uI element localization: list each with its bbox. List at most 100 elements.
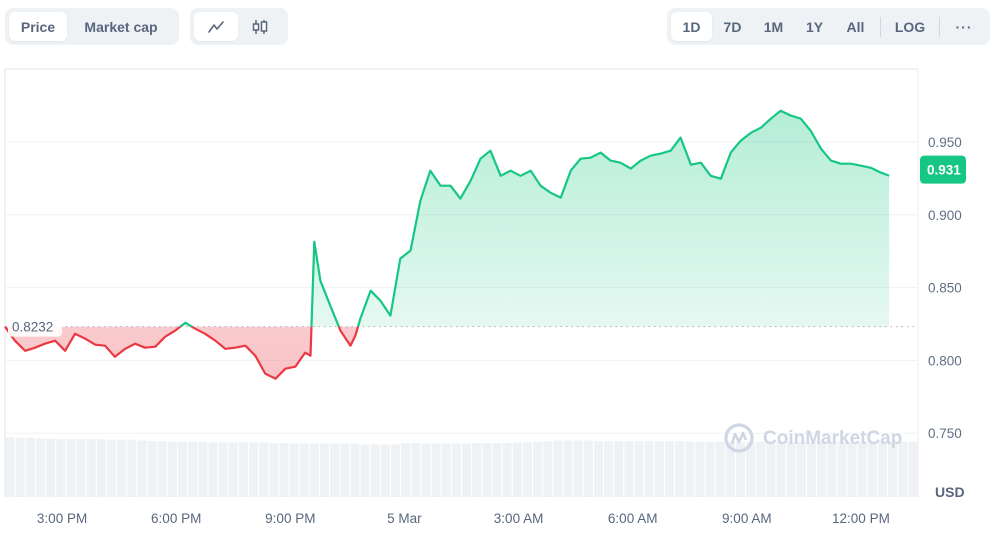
- price-point: [710, 175, 712, 177]
- volume-bar: [106, 439, 117, 497]
- price-point: [440, 185, 442, 187]
- price-point: [700, 162, 702, 164]
- volume-bar: [512, 442, 522, 497]
- volume-bar: [411, 442, 421, 497]
- volume-bar: [908, 441, 918, 497]
- x-tick-label: 6:00 AM: [608, 511, 658, 526]
- volume-bar: [238, 442, 248, 497]
- volume-bar: [330, 443, 340, 497]
- price-point: [134, 343, 136, 345]
- price-point: [870, 167, 872, 169]
- price-point: [34, 347, 36, 349]
- volume-bar: [167, 441, 177, 497]
- baseline-label: 0.8232: [8, 316, 62, 337]
- price-point: [349, 345, 351, 347]
- price-point: [570, 170, 572, 172]
- price-point: [340, 330, 342, 332]
- volume-bar: [66, 439, 76, 497]
- price-point: [740, 140, 742, 142]
- price-point: [274, 378, 276, 380]
- price-point: [254, 355, 256, 357]
- volume-bar: [533, 441, 543, 497]
- volume-bar: [25, 437, 35, 497]
- price-point: [589, 157, 591, 159]
- volume-bar: [766, 441, 776, 497]
- price-point: [790, 115, 792, 117]
- volume-bar: [685, 441, 695, 497]
- price-point: [510, 170, 512, 172]
- volume-bar: [695, 441, 705, 497]
- price-point: [309, 355, 311, 357]
- volume-bar: [573, 440, 583, 497]
- price-point: [214, 340, 216, 342]
- volume-bar: [705, 441, 715, 497]
- volume-bar: [796, 441, 806, 497]
- volume-bar: [593, 441, 604, 497]
- price-point: [399, 258, 401, 260]
- price-point: [313, 241, 315, 243]
- volume-bar: [786, 441, 796, 497]
- volume-bar: [472, 442, 482, 497]
- volume-bar: [756, 441, 766, 497]
- price-point: [370, 290, 372, 292]
- price-point: [680, 137, 682, 139]
- price-point: [304, 352, 306, 354]
- volume-bar: [117, 439, 127, 497]
- volume-bar: [299, 443, 309, 497]
- price-point: [354, 335, 356, 337]
- currency-label: USD: [935, 484, 965, 500]
- price-point: [650, 155, 652, 157]
- price-point: [880, 172, 882, 174]
- price-point: [94, 344, 96, 346]
- volume-bar: [309, 443, 319, 497]
- volume-bar: [817, 441, 827, 497]
- x-tick-label: 5 Mar: [387, 511, 422, 526]
- price-point: [830, 160, 832, 162]
- price-point: [840, 163, 842, 165]
- price-point: [419, 200, 421, 202]
- volume-bar: [76, 439, 86, 497]
- price-point: [144, 347, 146, 349]
- price-point: [84, 338, 86, 340]
- y-tick-label: 0.900: [928, 208, 962, 223]
- volume-bar: [451, 443, 461, 497]
- price-point: [800, 118, 802, 120]
- price-point: [690, 164, 692, 166]
- current-price-badge: 0.931: [920, 155, 966, 184]
- price-point: [580, 158, 582, 160]
- volume-bar: [248, 442, 259, 497]
- price-point: [888, 175, 890, 177]
- volume-bar: [441, 443, 451, 497]
- price-point: [24, 350, 26, 352]
- volume-bar: [208, 442, 218, 497]
- price-point: [64, 350, 66, 352]
- volume-bar: [431, 443, 441, 497]
- price-point: [600, 152, 602, 154]
- volume-bar: [543, 441, 553, 497]
- price-point: [770, 118, 772, 120]
- volume-bar: [279, 442, 289, 497]
- price-point: [154, 346, 156, 348]
- price-point: [104, 345, 106, 347]
- volume-bar: [46, 438, 56, 497]
- x-tick-label: 9:00 PM: [265, 511, 315, 526]
- price-point: [560, 197, 562, 199]
- volume-bar: [259, 442, 269, 497]
- volume-bar: [137, 440, 147, 497]
- volume-bar: [563, 440, 573, 497]
- price-point: [670, 150, 672, 152]
- price-chart[interactable]: 0.8232 0.750 0.800 0.850 0.900 0.950 3:00 PM 6…: [0, 0, 997, 541]
- current-price-value: 0.931: [927, 163, 961, 178]
- price-point: [329, 305, 331, 307]
- volume-bar: [644, 441, 654, 497]
- price-point: [750, 132, 752, 134]
- volume-bar: [380, 444, 390, 497]
- price-point: [480, 158, 482, 160]
- volume-bar: [228, 442, 238, 497]
- price-point: [14, 340, 16, 342]
- price-point: [294, 366, 296, 368]
- price-point: [234, 347, 236, 349]
- x-tick-label: 3:00 PM: [37, 511, 87, 526]
- volume-bar: [360, 444, 370, 497]
- volume-bar: [634, 441, 644, 497]
